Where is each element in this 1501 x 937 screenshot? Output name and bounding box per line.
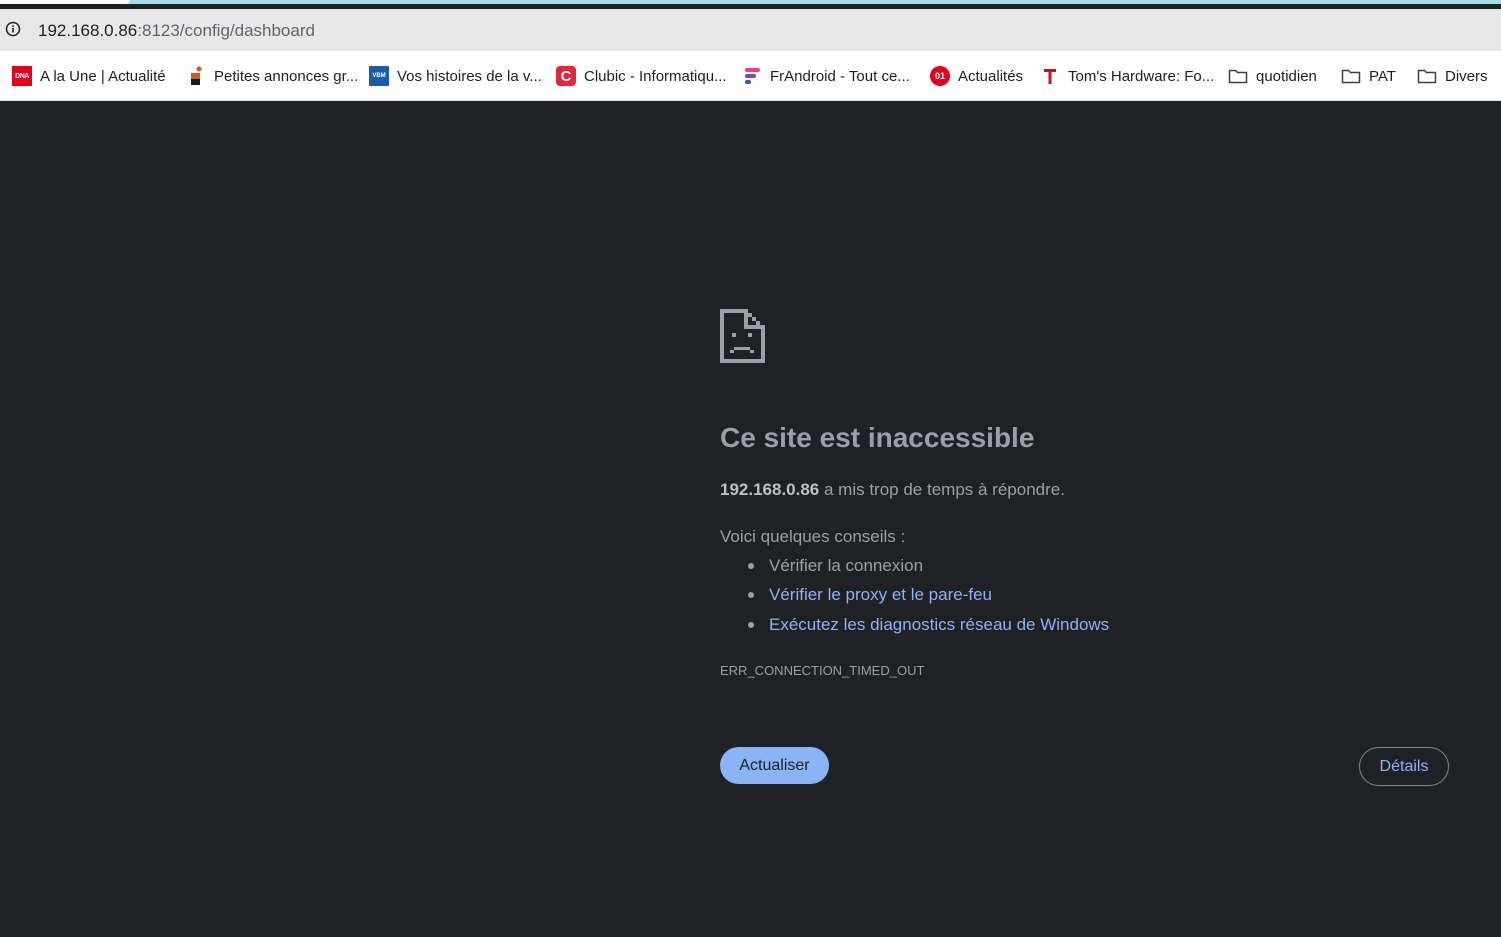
tab-strip-accent [0,0,1501,4]
tip-text: Vérifier la connexion [769,556,924,575]
sad-document-icon [720,309,765,363]
bookmark-frandroid[interactable]: FrAndroid - Tout ce... [742,66,910,86]
tip-check-connection: Vérifier la connexion [748,556,923,576]
tips-title: Voici quelques conseils : [720,527,906,546]
bookmark-01net[interactable]: 01 Actualités [930,66,1023,86]
bookmark-label: Vos histoires de la v... [397,67,542,85]
bookmark-label: A la Une | Actualité [40,67,166,85]
error-host: 192.168.0.86 [720,480,820,499]
bookmark-petites-annonces[interactable]: Petites annonces gr... [186,66,358,86]
vbm-favicon: VBM [369,66,389,86]
error-code: ERR_CONNECTION_TIMED_OUT [720,663,925,678]
url-host: 192.168.0.86 [38,21,138,40]
details-button[interactable]: Détails [1359,747,1449,786]
bookmark-folder-quotidien[interactable]: quotidien [1228,66,1317,86]
leboncoin-favicon [186,66,206,86]
bookmark-folder-pat[interactable]: PAT [1341,66,1396,86]
bookmark-dna[interactable]: DNA A la Une | Actualité [12,66,166,86]
bookmark-folder-divers[interactable]: Divers [1417,66,1488,86]
bookmark-label: Clubic - Informatiqu... [584,67,727,85]
bookmarks-bar: DNA A la Une | Actualité Petites annonce… [0,51,1501,101]
tip-check-proxy: Vérifier le proxy et le pare-feu [748,585,992,605]
site-info-icon[interactable] [5,21,21,37]
bookmark-label: quotidien [1256,67,1317,85]
bullet [748,622,754,628]
folder-icon [1417,66,1437,86]
dna-favicon: DNA [12,66,32,86]
error-message-text: a mis trop de temps à répondre. [819,480,1065,499]
clubic-favicon: C [556,66,576,86]
bookmark-clubic[interactable]: C Clubic - Informatiqu... [556,66,727,86]
bookmark-label: FrAndroid - Tout ce... [770,67,910,85]
tip-network-diagnostics: Exécutez les diagnostics réseau de Windo… [748,615,1109,635]
folder-icon [1341,66,1361,86]
check-proxy-link[interactable]: Vérifier le proxy et le pare-feu [769,585,992,605]
01net-favicon: 01 [930,66,950,86]
bookmark-toms-hardware[interactable]: Tom's Hardware: Fo... [1040,66,1214,86]
active-tab-edge [0,0,130,4]
url-text[interactable]: 192.168.0.86:8123/config/dashboard [38,21,315,41]
bookmark-label: Tom's Hardware: Fo... [1068,67,1215,85]
error-message: 192.168.0.86 a mis trop de temps à répon… [720,480,1065,500]
bullet [748,563,754,569]
bookmark-vbm[interactable]: VBM Vos histoires de la v... [369,66,542,86]
error-title: Ce site est inaccessible [720,422,1035,453]
toms-hardware-favicon [1040,66,1060,86]
bookmark-label: Petites annonces gr... [214,67,359,85]
frandroid-favicon [742,66,762,86]
bullet [748,592,754,598]
bookmark-label: Divers [1445,67,1488,85]
reload-button[interactable]: Actualiser [720,747,829,784]
bookmark-label: PAT [1369,67,1396,85]
bookmark-label: Actualités [958,67,1024,85]
network-diagnostics-link[interactable]: Exécutez les diagnostics réseau de Windo… [769,615,1109,635]
folder-icon [1228,66,1248,86]
url-path: :8123/config/dashboard [137,21,315,40]
